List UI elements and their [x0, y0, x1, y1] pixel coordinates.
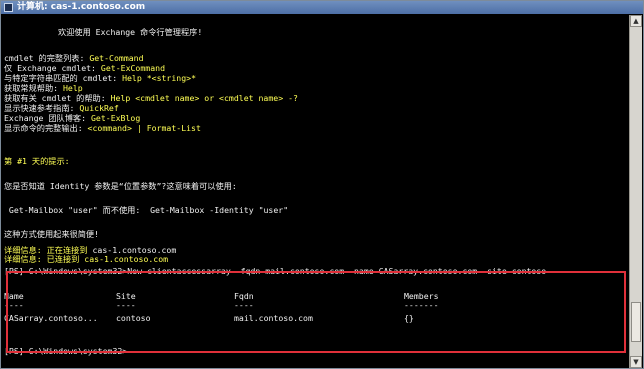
title-bar[interactable]: 计算机: cas-1.contoso.com — [1, 1, 643, 14]
tip-heading: 第 #1 天的提示: — [4, 156, 70, 166]
help-command: <command> | Format-List — [87, 123, 201, 133]
help-command: Help — [62, 83, 83, 93]
help-label: 仅 Exchange cmdlet: — [4, 63, 101, 73]
help-command: Help <cmdlet name> or <cmdlet name> -? — [110, 93, 298, 103]
help-command: QuickRef — [79, 103, 119, 113]
help-label: 获取常规帮助: — [4, 83, 63, 93]
help-line: 获取有关 cmdlet 的帮助: Help <cmdlet name> or <… — [4, 93, 298, 103]
welcome-message: 欢迎使用 Exchange 命令行管理程序! — [58, 27, 203, 37]
help-line: 获取常规帮助: Help — [4, 83, 83, 93]
help-line: 显示快速参考指南: QuickRef — [4, 103, 119, 113]
help-label: 与特定字符串匹配的 cmdlet: — [4, 73, 123, 83]
powershell-window: 计算机: cas-1.contoso.com 欢迎使用 Exchange 命令行… — [0, 0, 644, 369]
highlight-box — [6, 271, 626, 353]
help-command: Get-ExCommand — [100, 63, 166, 73]
help-label: 获取有关 cmdlet 的帮助: — [4, 93, 111, 103]
help-command: Get-ExBlog — [90, 113, 141, 123]
help-label: 显示命令的完整输出: — [4, 123, 88, 133]
help-line: 显示命令的完整输出: <command> | Format-List — [4, 123, 201, 133]
verbose-connected: 详细信息: 已连接到 cas-1.contoso.com — [4, 254, 169, 264]
help-label: Exchange 团队博客: — [4, 113, 91, 123]
help-command: Help *<string>* — [122, 73, 197, 83]
help-line: Exchange 团队博客: Get-ExBlog — [4, 113, 140, 123]
help-label: cmdlet 的完整列表: — [4, 53, 90, 63]
vertical-scrollbar[interactable]: ▲ ▼ — [629, 15, 642, 368]
window-title: 计算机: cas-1.contoso.com — [17, 2, 146, 12]
help-line: 仅 Exchange cmdlet: Get-ExCommand — [4, 63, 165, 73]
scroll-down-icon[interactable]: ▼ — [630, 356, 642, 368]
powershell-icon — [4, 3, 13, 12]
help-line: cmdlet 的完整列表: Get-Command — [4, 53, 144, 63]
tip-text: 您是否知道 Identity 参数是“位置参数”?这意味着可以使用: — [4, 181, 237, 191]
tip-text: 这种方式使用起来很简便! — [4, 229, 99, 239]
help-label: 显示快速参考指南: — [4, 103, 80, 113]
tip-example: Get-Mailbox "user" 而不使用: Get-Mailbox -Id… — [4, 205, 289, 215]
console-output[interactable]: 欢迎使用 Exchange 命令行管理程序! cmdlet 的完整列表: Get… — [4, 15, 628, 368]
help-line: 与特定字符串匹配的 cmdlet: Help *<string>* — [4, 73, 196, 83]
help-command: Get-Command — [89, 53, 144, 63]
scroll-thumb[interactable] — [631, 302, 641, 342]
scroll-up-icon[interactable]: ▲ — [630, 15, 642, 27]
